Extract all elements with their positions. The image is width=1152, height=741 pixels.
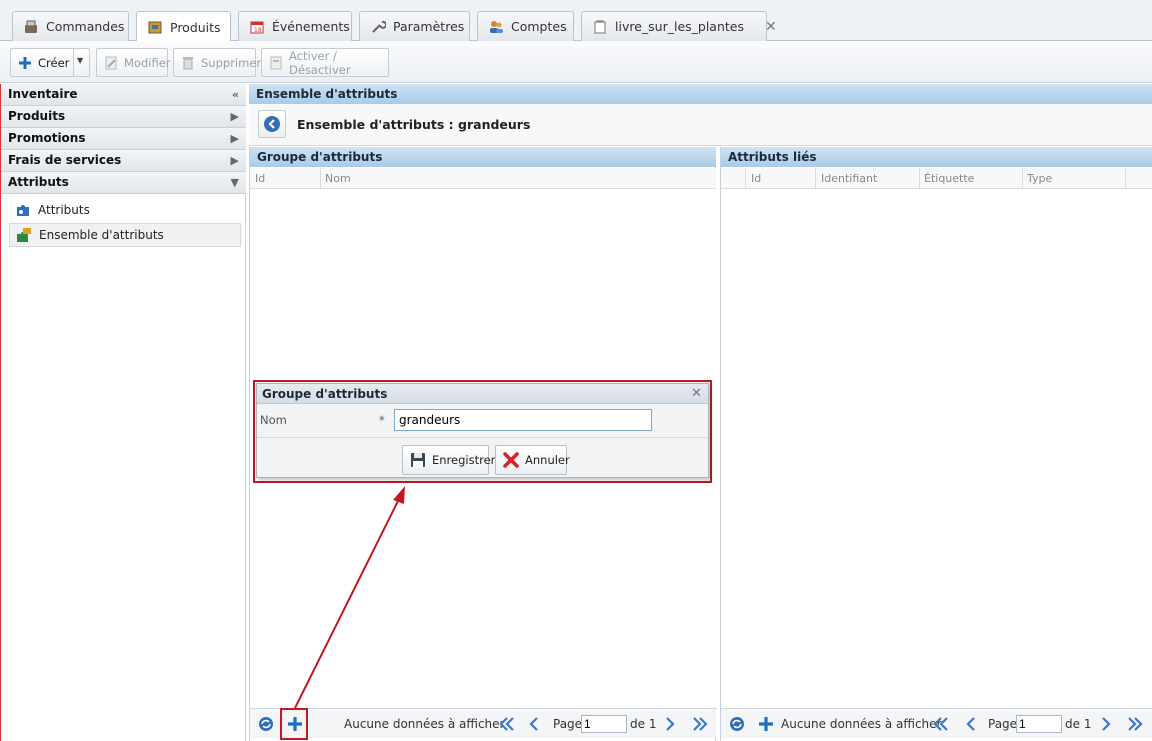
name-input[interactable] — [394, 409, 652, 431]
annotation-arrow — [294, 486, 405, 709]
save-button[interactable]: Enregistrer — [402, 445, 495, 475]
cancel-button[interactable]: Annuler — [495, 445, 570, 475]
save-label: Enregistrer — [432, 453, 496, 467]
close-icon[interactable]: ✕ — [691, 386, 702, 401]
red-x-icon — [502, 451, 520, 469]
required-mark: * — [379, 413, 385, 427]
floppy-disk-icon — [409, 451, 427, 469]
name-field-label: Nom — [260, 413, 287, 427]
dialog-window: Groupe d'attributs ✕ Nom * Enregistrer A… — [256, 383, 709, 478]
dialog-divider — [257, 437, 708, 438]
attribute-group-dialog: Groupe d'attributs ✕ Nom * Enregistrer A… — [253, 380, 712, 483]
cancel-label: Annuler — [525, 453, 570, 467]
dialog-title: Groupe d'attributs — [257, 384, 708, 404]
